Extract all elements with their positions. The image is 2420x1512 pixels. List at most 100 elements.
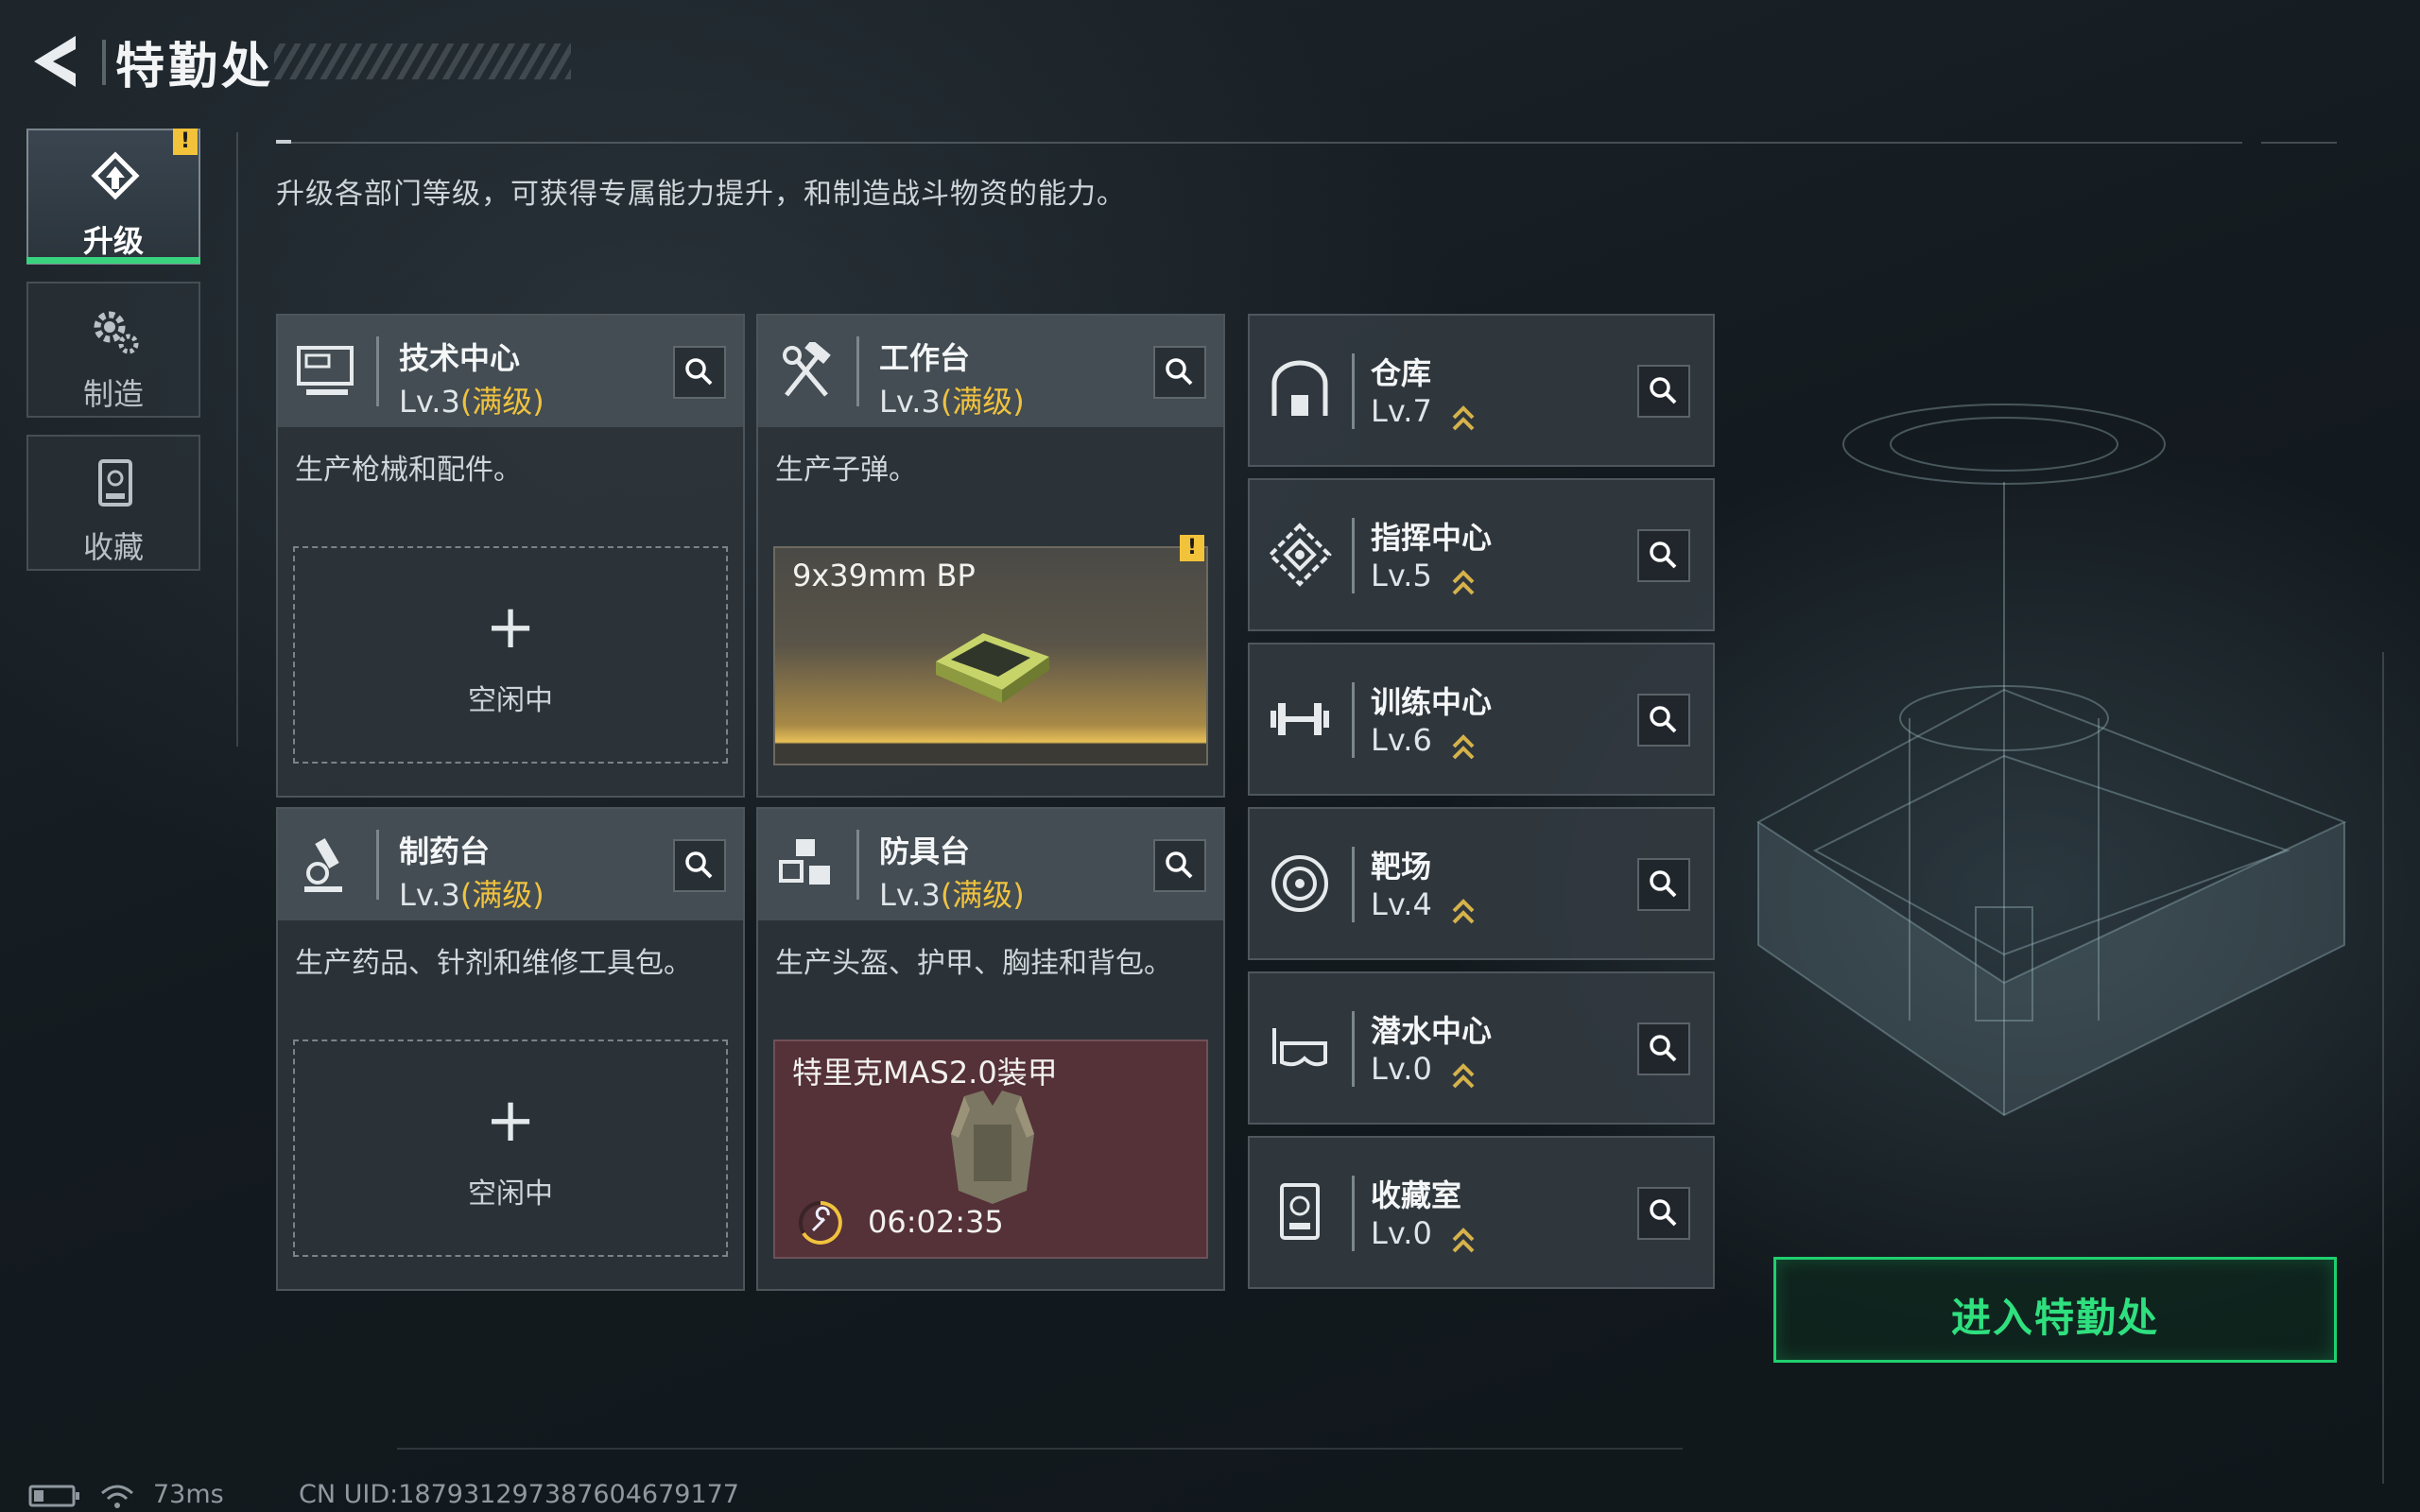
microscope-icon bbox=[304, 838, 342, 892]
department-name: 防具台 bbox=[879, 833, 971, 869]
upgrade-chevron-icon bbox=[1452, 734, 1475, 760]
department-name: 制药台 bbox=[399, 833, 491, 869]
hammer-wrench-icon bbox=[783, 342, 831, 397]
body-armor-image bbox=[951, 1091, 1034, 1204]
title-decoration bbox=[274, 43, 571, 79]
search-icon bbox=[1650, 1199, 1677, 1227]
collection-icon bbox=[98, 459, 132, 507]
sidebar-item-collection[interactable]: 收藏 bbox=[26, 435, 200, 571]
sidebar-item-label: 升级 bbox=[82, 223, 144, 259]
department-level: Lv.3(满级) bbox=[399, 877, 544, 913]
slot-status: 空闲中 bbox=[468, 1177, 553, 1211]
collection-room-card[interactable]: 收藏室 Lv.0 bbox=[1248, 1136, 1715, 1289]
command-center-card[interactable]: 指挥中心 Lv.5 bbox=[1248, 478, 1715, 631]
department-level: Lv.4 bbox=[1371, 886, 1432, 922]
warehouse-icon bbox=[1271, 360, 1328, 416]
shooting-range-card[interactable]: 靶场 Lv.4 bbox=[1248, 807, 1715, 960]
department-level: Lv.6 bbox=[1371, 722, 1432, 758]
back-button[interactable] bbox=[26, 32, 83, 91]
header-separator bbox=[1352, 1176, 1355, 1251]
inspect-button[interactable] bbox=[1637, 1022, 1690, 1075]
back-arrow-icon bbox=[34, 36, 76, 87]
active-indicator bbox=[26, 257, 200, 264]
pharmacy-card[interactable]: 制药台 Lv.3(满级) 生产药品、针剂和维修工具包。 + 空闲中 bbox=[276, 807, 745, 1291]
top-divider-tick bbox=[276, 140, 291, 144]
department-level: Lv.3(满级) bbox=[879, 384, 1025, 420]
add-icon: + bbox=[485, 593, 536, 662]
department-name: 训练中心 bbox=[1371, 684, 1493, 720]
header-separator bbox=[1352, 682, 1355, 758]
department-name: 工作台 bbox=[879, 340, 971, 376]
sidebar-item-label: 制造 bbox=[82, 376, 144, 412]
header-separator bbox=[1352, 353, 1355, 429]
dumbbell-icon bbox=[1270, 703, 1329, 735]
production-slot-armor[interactable]: 特里克MAS2.0装甲 06:02:35 bbox=[773, 1040, 1208, 1259]
training-center-card[interactable]: 训练中心 Lv.6 bbox=[1248, 643, 1715, 796]
upgrade-chevron-icon bbox=[1452, 1063, 1475, 1089]
department-name: 仓库 bbox=[1371, 355, 1432, 391]
sidebar-item-craft[interactable]: 制造 bbox=[26, 282, 200, 418]
upgrade-chevron-icon bbox=[1452, 899, 1475, 924]
warehouse-card[interactable]: 仓库 Lv.7 bbox=[1248, 314, 1715, 467]
department-name: 指挥中心 bbox=[1371, 520, 1493, 556]
inspect-button[interactable] bbox=[1637, 1187, 1690, 1240]
page-subtitle: 升级各部门等级，可获得专属能力提升，和制造战斗物资的能力。 bbox=[276, 178, 1126, 211]
inspect-button[interactable] bbox=[673, 346, 726, 399]
top-divider bbox=[276, 142, 2242, 144]
alert-badge: ! bbox=[173, 129, 198, 155]
search-icon bbox=[685, 358, 713, 386]
header-separator bbox=[856, 336, 859, 406]
department-name: 收藏室 bbox=[1371, 1177, 1462, 1213]
cubes-icon bbox=[779, 839, 830, 885]
production-slot-ammo[interactable]: 9x39mm BP bbox=[773, 546, 1208, 765]
left-vertical-divider bbox=[236, 132, 238, 747]
page-title: 特勤处 bbox=[115, 39, 275, 95]
user-uid: CN UID:1879312973876046791​77 bbox=[299, 1480, 739, 1509]
production-slot-empty[interactable]: + 空闲中 bbox=[293, 1040, 728, 1257]
upgrade-chevron-icon bbox=[1452, 1228, 1475, 1253]
right-vertical-divider bbox=[2382, 652, 2384, 1484]
trophy-cabinet-icon bbox=[1280, 1183, 1320, 1240]
upgrade-icon bbox=[91, 151, 140, 200]
department-description: 生产枪械和配件。 bbox=[295, 454, 522, 487]
search-icon bbox=[1650, 1035, 1677, 1062]
department-name: 靶场 bbox=[1371, 849, 1432, 885]
department-level: Lv.5 bbox=[1371, 558, 1432, 593]
search-icon bbox=[1650, 706, 1677, 733]
search-icon bbox=[1650, 870, 1677, 898]
target-icon bbox=[1271, 855, 1328, 912]
search-icon bbox=[1166, 851, 1193, 879]
inspect-button[interactable] bbox=[1637, 858, 1690, 911]
title-separator bbox=[102, 40, 106, 85]
header-separator bbox=[376, 336, 379, 406]
department-name: 技术中心 bbox=[399, 340, 521, 376]
department-level: Lv.3(满级) bbox=[879, 877, 1025, 913]
inspect-button[interactable] bbox=[1153, 839, 1206, 892]
slot-status: 空闲中 bbox=[468, 684, 553, 717]
department-level: Lv.7 bbox=[1371, 393, 1432, 429]
ammo-box-image bbox=[936, 633, 1049, 703]
department-level: Lv.3(满级) bbox=[399, 384, 544, 420]
enter-base-button[interactable]: 进入特勤处 bbox=[1773, 1257, 2337, 1363]
search-icon bbox=[1650, 377, 1677, 404]
inspect-button[interactable] bbox=[1637, 365, 1690, 418]
header-separator bbox=[1352, 518, 1355, 593]
production-slot-empty[interactable]: + 空闲中 bbox=[293, 546, 728, 764]
department-level: Lv.0 bbox=[1371, 1215, 1432, 1251]
inspect-button[interactable] bbox=[673, 839, 726, 892]
department-name: 潜水中心 bbox=[1371, 1013, 1493, 1049]
gears-icon bbox=[94, 311, 139, 354]
tech-center-card[interactable]: 技术中心 Lv.3(满级) 生产枪械和配件。 + 空闲中 bbox=[276, 314, 745, 798]
bottom-divider bbox=[397, 1448, 1683, 1450]
alert-badge: ! bbox=[1180, 535, 1204, 561]
upgrade-chevron-icon bbox=[1452, 405, 1475, 431]
battery-icon bbox=[28, 1485, 79, 1507]
diving-center-card[interactable]: 潜水中心 Lv.0 bbox=[1248, 971, 1715, 1125]
wifi-icon bbox=[101, 1485, 133, 1508]
search-icon bbox=[1650, 541, 1677, 569]
department-description: 生产药品、针剂和维修工具包。 bbox=[295, 947, 692, 980]
sidebar-item-label: 收藏 bbox=[82, 529, 144, 565]
inspect-button[interactable] bbox=[1637, 694, 1690, 747]
inspect-button[interactable] bbox=[1153, 346, 1206, 399]
inspect-button[interactable] bbox=[1637, 529, 1690, 582]
